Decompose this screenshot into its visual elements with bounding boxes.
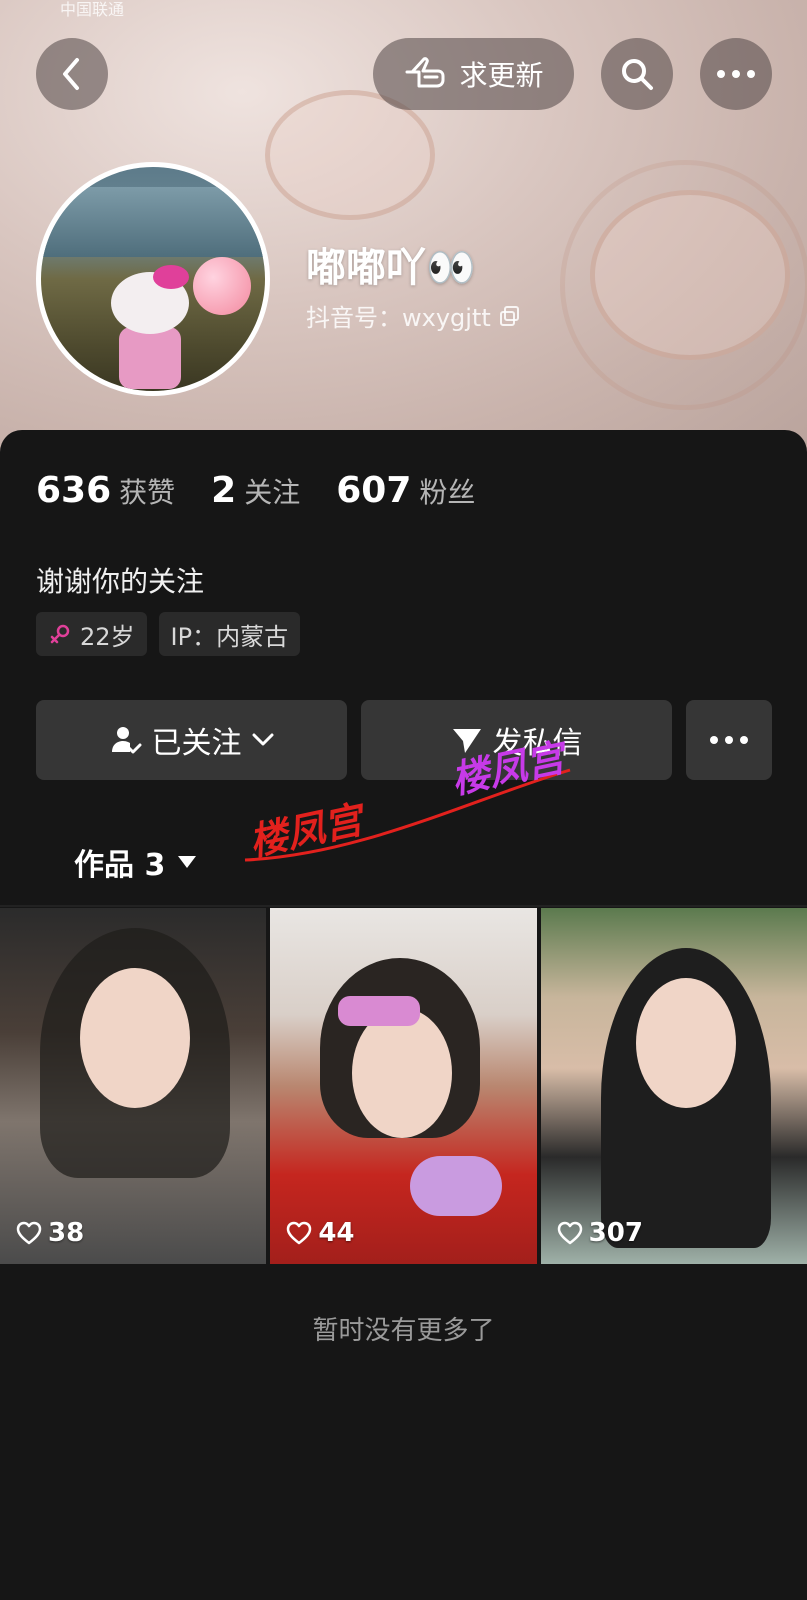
heart-icon: [557, 1221, 582, 1245]
ip-tag: IP：内蒙古: [158, 612, 301, 656]
video-thumbnail[interactable]: 38: [0, 908, 267, 1264]
followed-label: 已关注: [151, 726, 242, 761]
video-likes: 307: [557, 1218, 643, 1248]
age-tag: 22岁: [36, 612, 147, 656]
video-likes: 44: [286, 1218, 355, 1248]
tab-works-label: 作品 3: [74, 848, 166, 883]
search-icon: [622, 59, 653, 90]
profile-name: 嘟嘟吖👀: [306, 245, 476, 291]
more-actions-button[interactable]: [686, 700, 772, 780]
chevron-left-icon: [63, 58, 79, 90]
stat-label: 粉丝: [419, 476, 476, 509]
ip-label: IP：内蒙古: [170, 622, 289, 651]
status-bar-carrier: 中国联通: [60, 0, 125, 19]
stat-label: 关注: [244, 476, 301, 509]
bear-decoration: [590, 190, 790, 360]
more-dots-icon: [717, 70, 755, 78]
cloud-sticker: [410, 1156, 503, 1216]
bio-text: 谢谢你的关注: [36, 565, 205, 598]
pointing-hand-icon: [405, 57, 445, 88]
stat-likes[interactable]: 636 获赞: [36, 470, 175, 511]
video-grid: 38 44 307: [0, 908, 807, 1264]
stat-number: 607: [336, 470, 412, 511]
age-label: 22岁: [80, 622, 135, 651]
tag-row: 22岁 IP：内蒙古: [36, 612, 301, 656]
video-thumbnail[interactable]: 307: [540, 908, 807, 1264]
no-more-text: 暂时没有更多了: [312, 1316, 495, 1346]
profile-id-text: 抖音号：wxygjtt: [306, 304, 491, 332]
stats-row: 636 获赞 2 关注 607 粉丝: [36, 470, 511, 511]
stat-label: 获赞: [119, 476, 176, 509]
avatar[interactable]: [36, 162, 270, 396]
divider: [0, 905, 807, 907]
more-options-button[interactable]: [700, 38, 772, 110]
request-update-button[interactable]: 求更新: [373, 38, 574, 110]
request-update-label: 求更新: [459, 59, 544, 92]
tab-works[interactable]: 作品 3: [74, 840, 197, 884]
stat-following[interactable]: 2 关注: [211, 470, 300, 511]
copy-icon[interactable]: [499, 305, 521, 327]
heart-icon: [16, 1221, 42, 1245]
video-thumbnail[interactable]: 44: [270, 908, 537, 1264]
stat-number: 2: [211, 470, 237, 511]
search-button[interactable]: [601, 38, 673, 110]
stat-followers[interactable]: 607 粉丝: [336, 470, 475, 511]
more-dots-icon: [710, 736, 748, 744]
profile-id: 抖音号：wxygjtt: [306, 298, 521, 333]
video-likes: 38: [16, 1218, 84, 1248]
video-likes-count: 44: [318, 1218, 355, 1248]
stat-number: 636: [36, 470, 112, 511]
profile-page: 中国联通 求更新 嘟嘟吖👀 抖音号：wxygjtt 636 获赞 2 关注 60…: [0, 0, 807, 1600]
heart-icon: [287, 1221, 312, 1245]
video-likes-count: 307: [588, 1218, 643, 1248]
female-icon: [50, 624, 70, 644]
user-check-icon: [111, 727, 141, 754]
back-button[interactable]: [36, 38, 108, 110]
chevron-down-icon: [252, 733, 273, 746]
video-likes-count: 38: [48, 1218, 85, 1248]
caret-down-icon: [178, 856, 197, 868]
